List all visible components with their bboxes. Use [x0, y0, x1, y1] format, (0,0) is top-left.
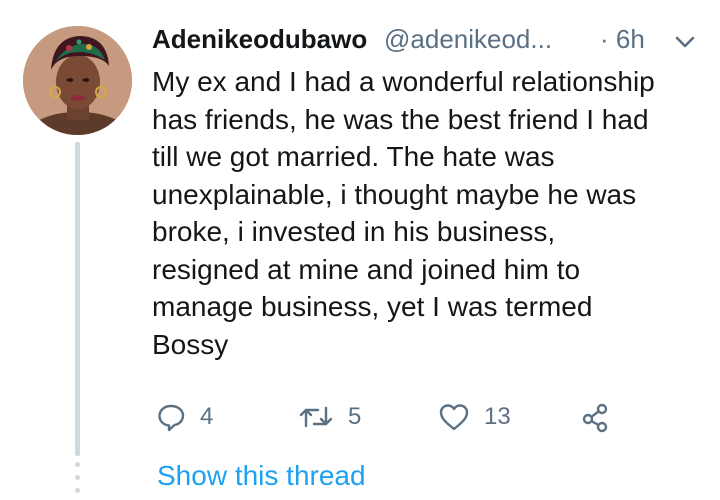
tweet-actions: 4 5 13: [152, 396, 622, 438]
share-button[interactable]: [580, 396, 612, 438]
display-name[interactable]: Adenikeodubawo: [152, 24, 367, 55]
tweet-text-line: broke, i invested in his business,: [152, 216, 556, 247]
tweet-text-line: till we got married. The hate was: [152, 141, 555, 172]
retweet-icon: [298, 402, 334, 432]
tweet-text-line: resigned at mine and joined him to: [152, 253, 581, 285]
like-count: 13: [484, 403, 511, 430]
thread-connector-line: [75, 142, 80, 456]
reply-icon: [156, 402, 186, 432]
tweet-text: My ex and I had a wonderful relationship…: [152, 63, 712, 363]
share-icon: [580, 401, 612, 433]
thread-dots: [75, 462, 80, 500]
reply-count: 4: [200, 403, 214, 430]
tweet-text-line: has friends, he was the best friend I ha…: [152, 103, 649, 135]
show-thread-link[interactable]: Show this thread: [157, 460, 366, 492]
tweet-header: Adenikeodubawo @adenikeod... · 6h: [152, 22, 704, 62]
heart-icon: [438, 402, 470, 432]
timestamp[interactable]: · 6h: [600, 24, 645, 55]
tweet-text-line: unexplainable, i thought maybe he was: [152, 178, 637, 210]
tweet-text-line: manage business, yet I was termed: [152, 291, 593, 322]
reply-button[interactable]: 4: [156, 396, 213, 438]
chevron-down-icon[interactable]: [674, 34, 696, 50]
retweet-button[interactable]: 5: [298, 396, 361, 438]
tweet-text-line: Bossy: [152, 328, 229, 360]
retweet-count: 5: [348, 403, 362, 430]
user-avatar-photo: [23, 26, 132, 135]
user-handle[interactable]: @adenikeod...: [384, 24, 552, 55]
tweet-text-line: My ex and I had a wonderful relationship: [152, 66, 655, 97]
avatar[interactable]: [23, 26, 132, 135]
like-button[interactable]: 13: [438, 396, 511, 438]
